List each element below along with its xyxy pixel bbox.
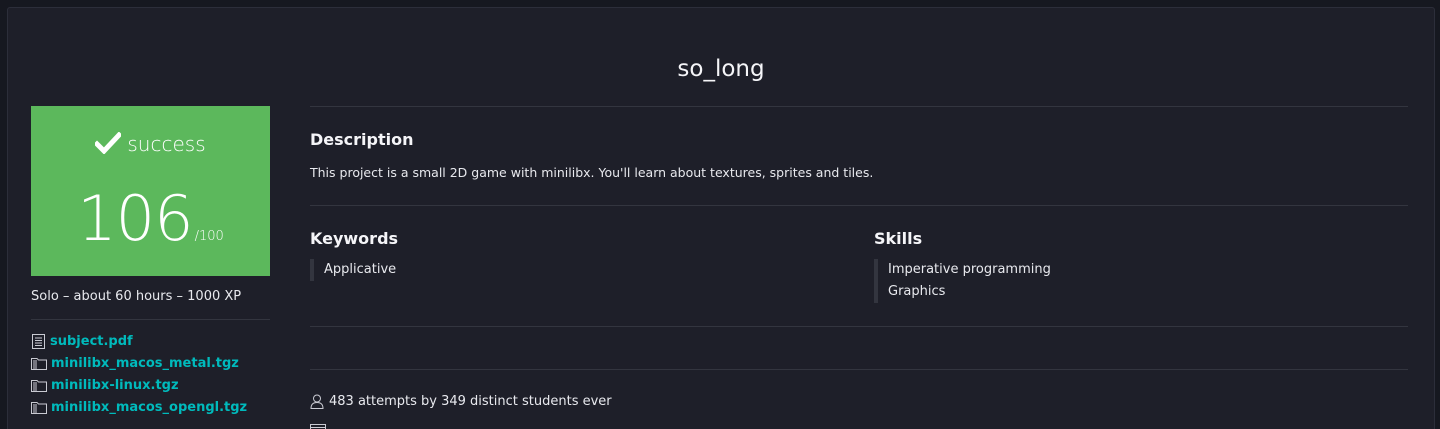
attachment-link[interactable]: minilibx_macos_opengl.tgz: [51, 400, 247, 415]
status-line: success: [31, 131, 270, 156]
skill-item: Graphics: [888, 284, 946, 299]
attempts-text: 483 attempts by 349 distinct students ev…: [329, 394, 612, 409]
calendar-icon: [310, 424, 326, 429]
score: 106/100: [31, 182, 270, 255]
attachment-list: subject.pdf minilibx_macos_metal.tgz min…: [31, 330, 247, 418]
attempts-stat: 483 attempts by 349 distinct students ev…: [310, 394, 612, 409]
description-heading: Description: [310, 130, 414, 149]
attachment-item[interactable]: minilibx_macos_opengl.tgz: [31, 396, 247, 418]
divider: [310, 326, 1408, 327]
divider: [310, 106, 1408, 107]
attachment-link[interactable]: minilibx-linux.tgz: [51, 378, 179, 393]
skill-item: Imperative programming: [888, 262, 1051, 277]
attachment-item[interactable]: minilibx_macos_metal.tgz: [31, 352, 247, 374]
description-text: This project is a small 2D game with min…: [310, 165, 874, 180]
skills-heading: Skills: [874, 229, 923, 248]
project-meta: Solo – about 60 hours – 1000 XP: [31, 289, 242, 304]
archive-icon: [31, 402, 47, 414]
divider: [31, 319, 270, 320]
skills-list: Imperative programming Graphics: [874, 259, 1051, 303]
archive-icon: [31, 358, 47, 370]
attachment-link[interactable]: minilibx_macos_metal.tgz: [51, 356, 239, 371]
status-box: success 106/100: [31, 106, 270, 276]
user-icon: [310, 394, 324, 409]
attachment-item[interactable]: subject.pdf: [31, 330, 247, 352]
divider: [310, 369, 1408, 370]
keyword-item: Applicative: [324, 262, 397, 277]
keywords-heading: Keywords: [310, 229, 399, 248]
divider: [310, 205, 1408, 206]
project-panel: so_long success 106/100 Solo – about 60 …: [7, 7, 1435, 429]
checkmark-icon: [93, 131, 123, 155]
project-title: so_long: [677, 56, 765, 82]
keywords-list: Applicative: [310, 259, 396, 281]
status-label: success: [127, 132, 206, 156]
attachment-item[interactable]: minilibx-linux.tgz: [31, 374, 247, 396]
score-max: /100: [194, 229, 224, 244]
attachment-link[interactable]: subject.pdf: [50, 334, 133, 349]
document-icon: [32, 333, 45, 349]
score-value: 106: [77, 182, 193, 255]
archive-icon: [31, 380, 47, 392]
